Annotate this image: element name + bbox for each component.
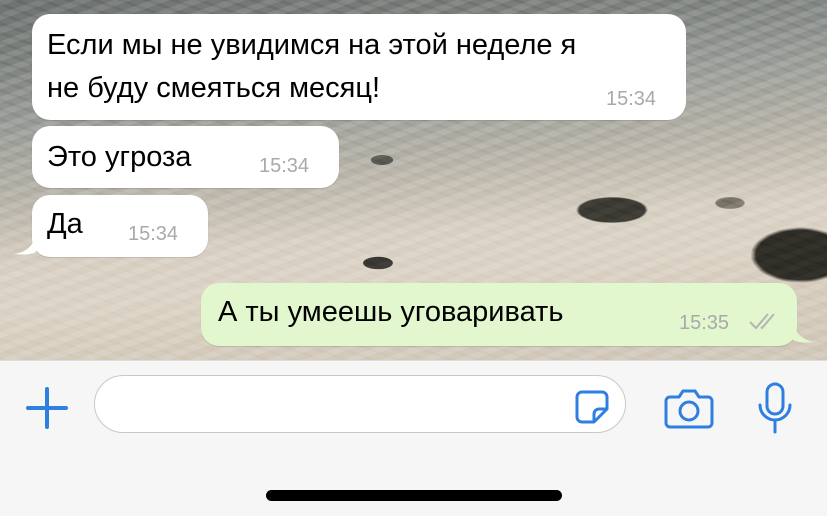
chat-area[interactable]: Если мы не увидимся на этой неделе я не … [0,0,827,360]
sticker-icon[interactable] [574,389,610,425]
message-bubble-incoming[interactable]: Это угроза 15:34 [32,126,339,188]
message-time: 15:34 [128,223,179,245]
message-text-line: не буду смеяться месяц! [47,72,381,104]
message-input[interactable] [94,375,626,433]
message-bubble-outgoing[interactable]: А ты умеешь уговаривать 15:35 [201,283,797,346]
message-time: 15:34 [606,88,657,110]
home-indicator[interactable] [266,490,562,501]
camera-icon[interactable] [664,385,714,431]
message-text-line: Это угроза [47,141,192,173]
app-window: Если мы не увидимся на этой неделе я не … [0,0,827,516]
microphone-icon[interactable] [756,381,794,435]
double-check-icon [749,313,775,330]
message-text-line: Да [47,208,83,240]
bubble-tail-outgoing [793,322,815,343]
message-text-line: А ты умеешь уговаривать [218,296,564,328]
message-bubble-incoming[interactable]: Если мы не увидимся на этой неделе я не … [32,14,686,120]
plus-icon[interactable] [24,385,70,431]
message-bubble-incoming[interactable]: Да 15:34 [32,195,208,257]
message-time: 15:35 [679,312,730,334]
message-time: 15:34 [259,155,310,177]
message-text-line: Если мы не увидимся на этой неделе я [47,29,577,61]
composer-bar [0,360,827,516]
bubble-tail-incoming [14,234,36,255]
